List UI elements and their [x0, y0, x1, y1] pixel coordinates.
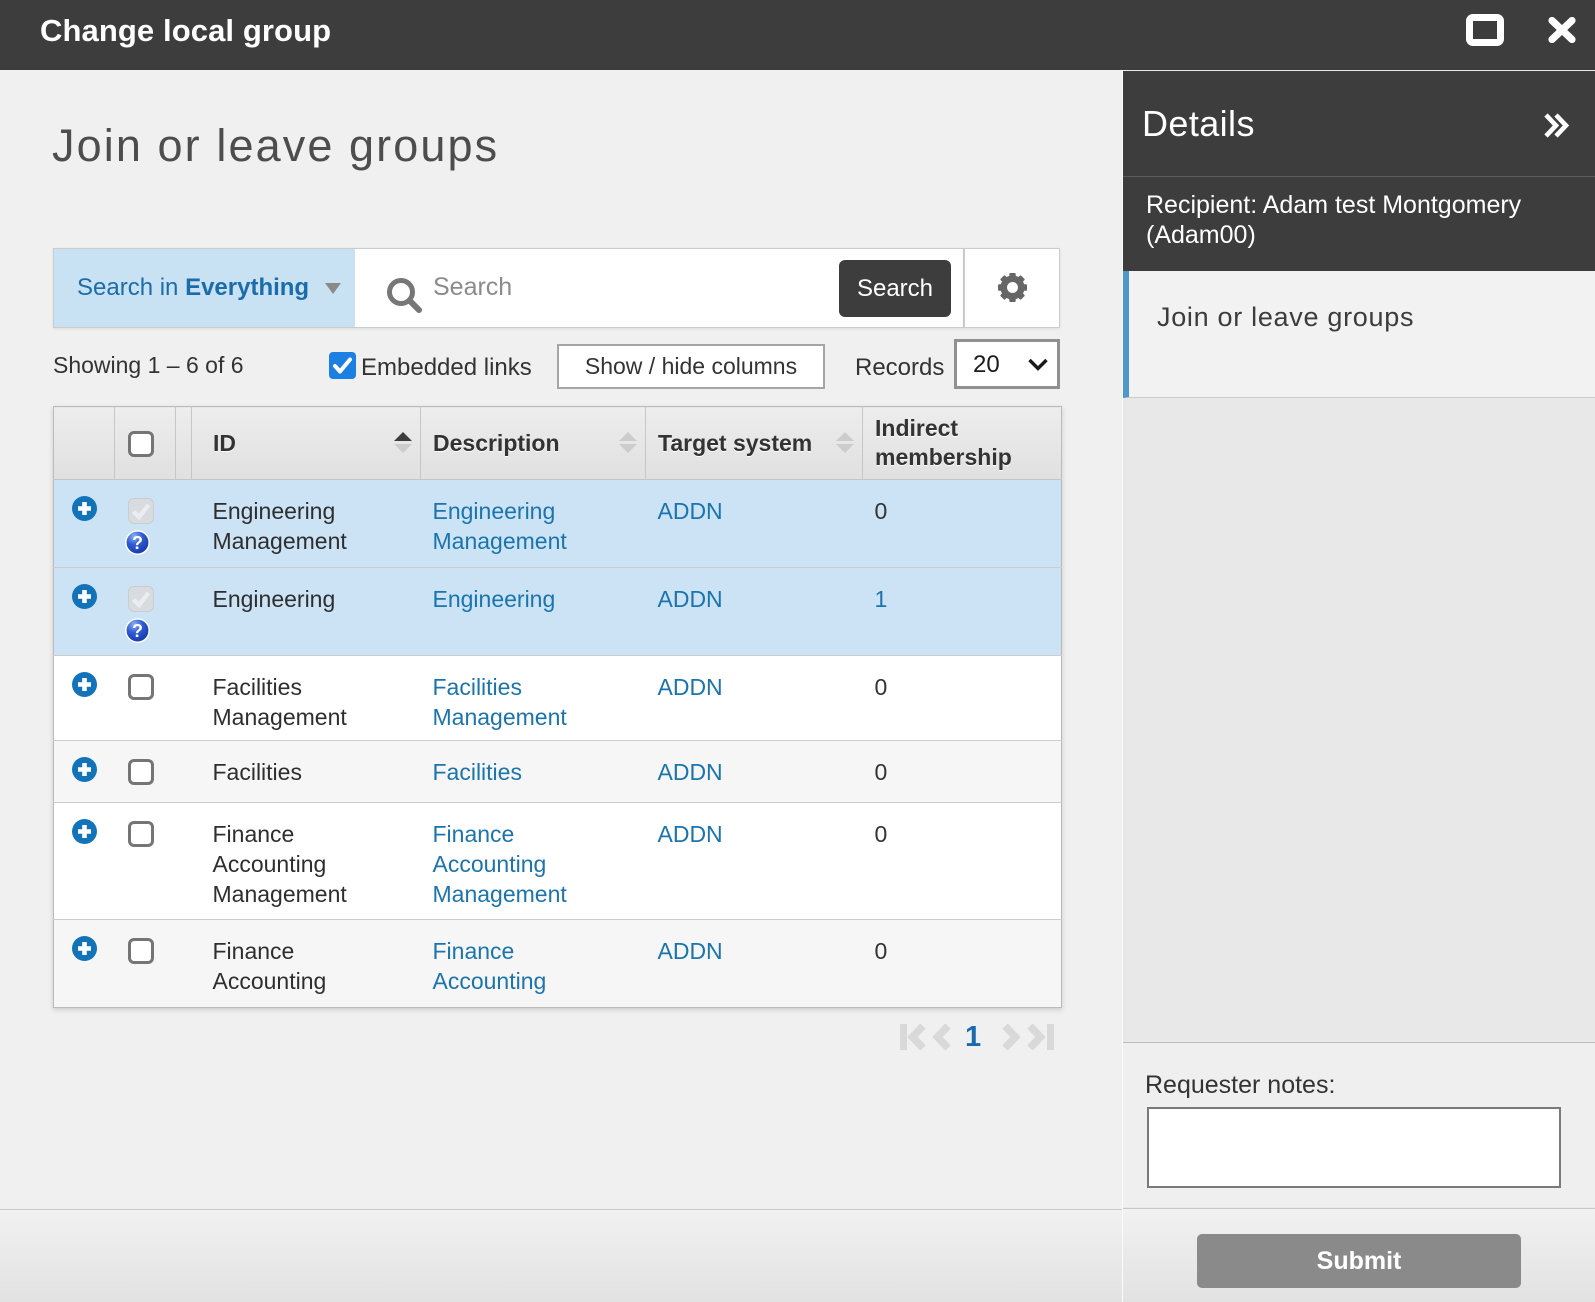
svg-text:?: ?	[132, 533, 143, 553]
svg-text:?: ?	[132, 621, 143, 641]
